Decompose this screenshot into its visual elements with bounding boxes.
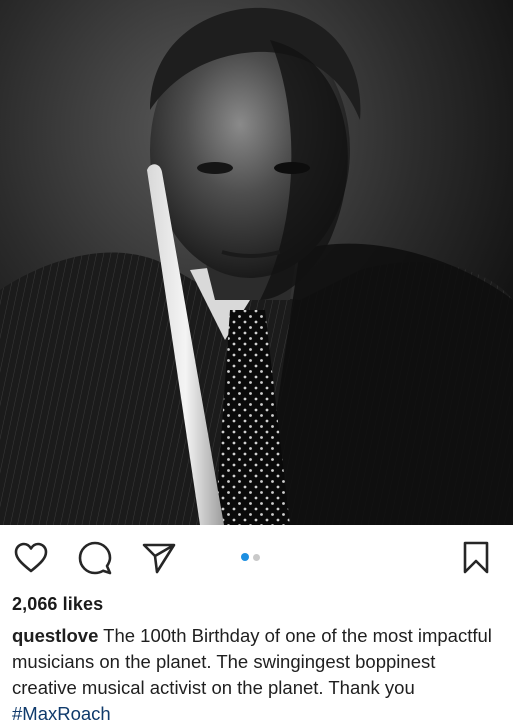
likes-count[interactable]: 2,066 likes <box>12 594 103 615</box>
like-button[interactable] <box>12 539 50 577</box>
share-button[interactable] <box>140 539 178 577</box>
carousel-indicator <box>241 553 260 561</box>
comment-button[interactable] <box>76 539 114 577</box>
post-caption: questlove The 100th Birthday of one of t… <box>12 623 504 727</box>
heart-icon <box>14 542 48 573</box>
save-button[interactable] <box>457 539 495 577</box>
share-icon <box>142 543 176 574</box>
comment-icon <box>78 541 112 575</box>
caption-hashtag[interactable]: #MaxRoach <box>12 703 111 724</box>
caption-username[interactable]: questlove <box>12 625 98 646</box>
bookmark-icon <box>463 541 489 574</box>
carousel-dot <box>253 553 260 561</box>
carousel-dot-active <box>241 553 249 561</box>
post-image[interactable] <box>0 0 513 525</box>
portrait-photo <box>0 0 513 525</box>
